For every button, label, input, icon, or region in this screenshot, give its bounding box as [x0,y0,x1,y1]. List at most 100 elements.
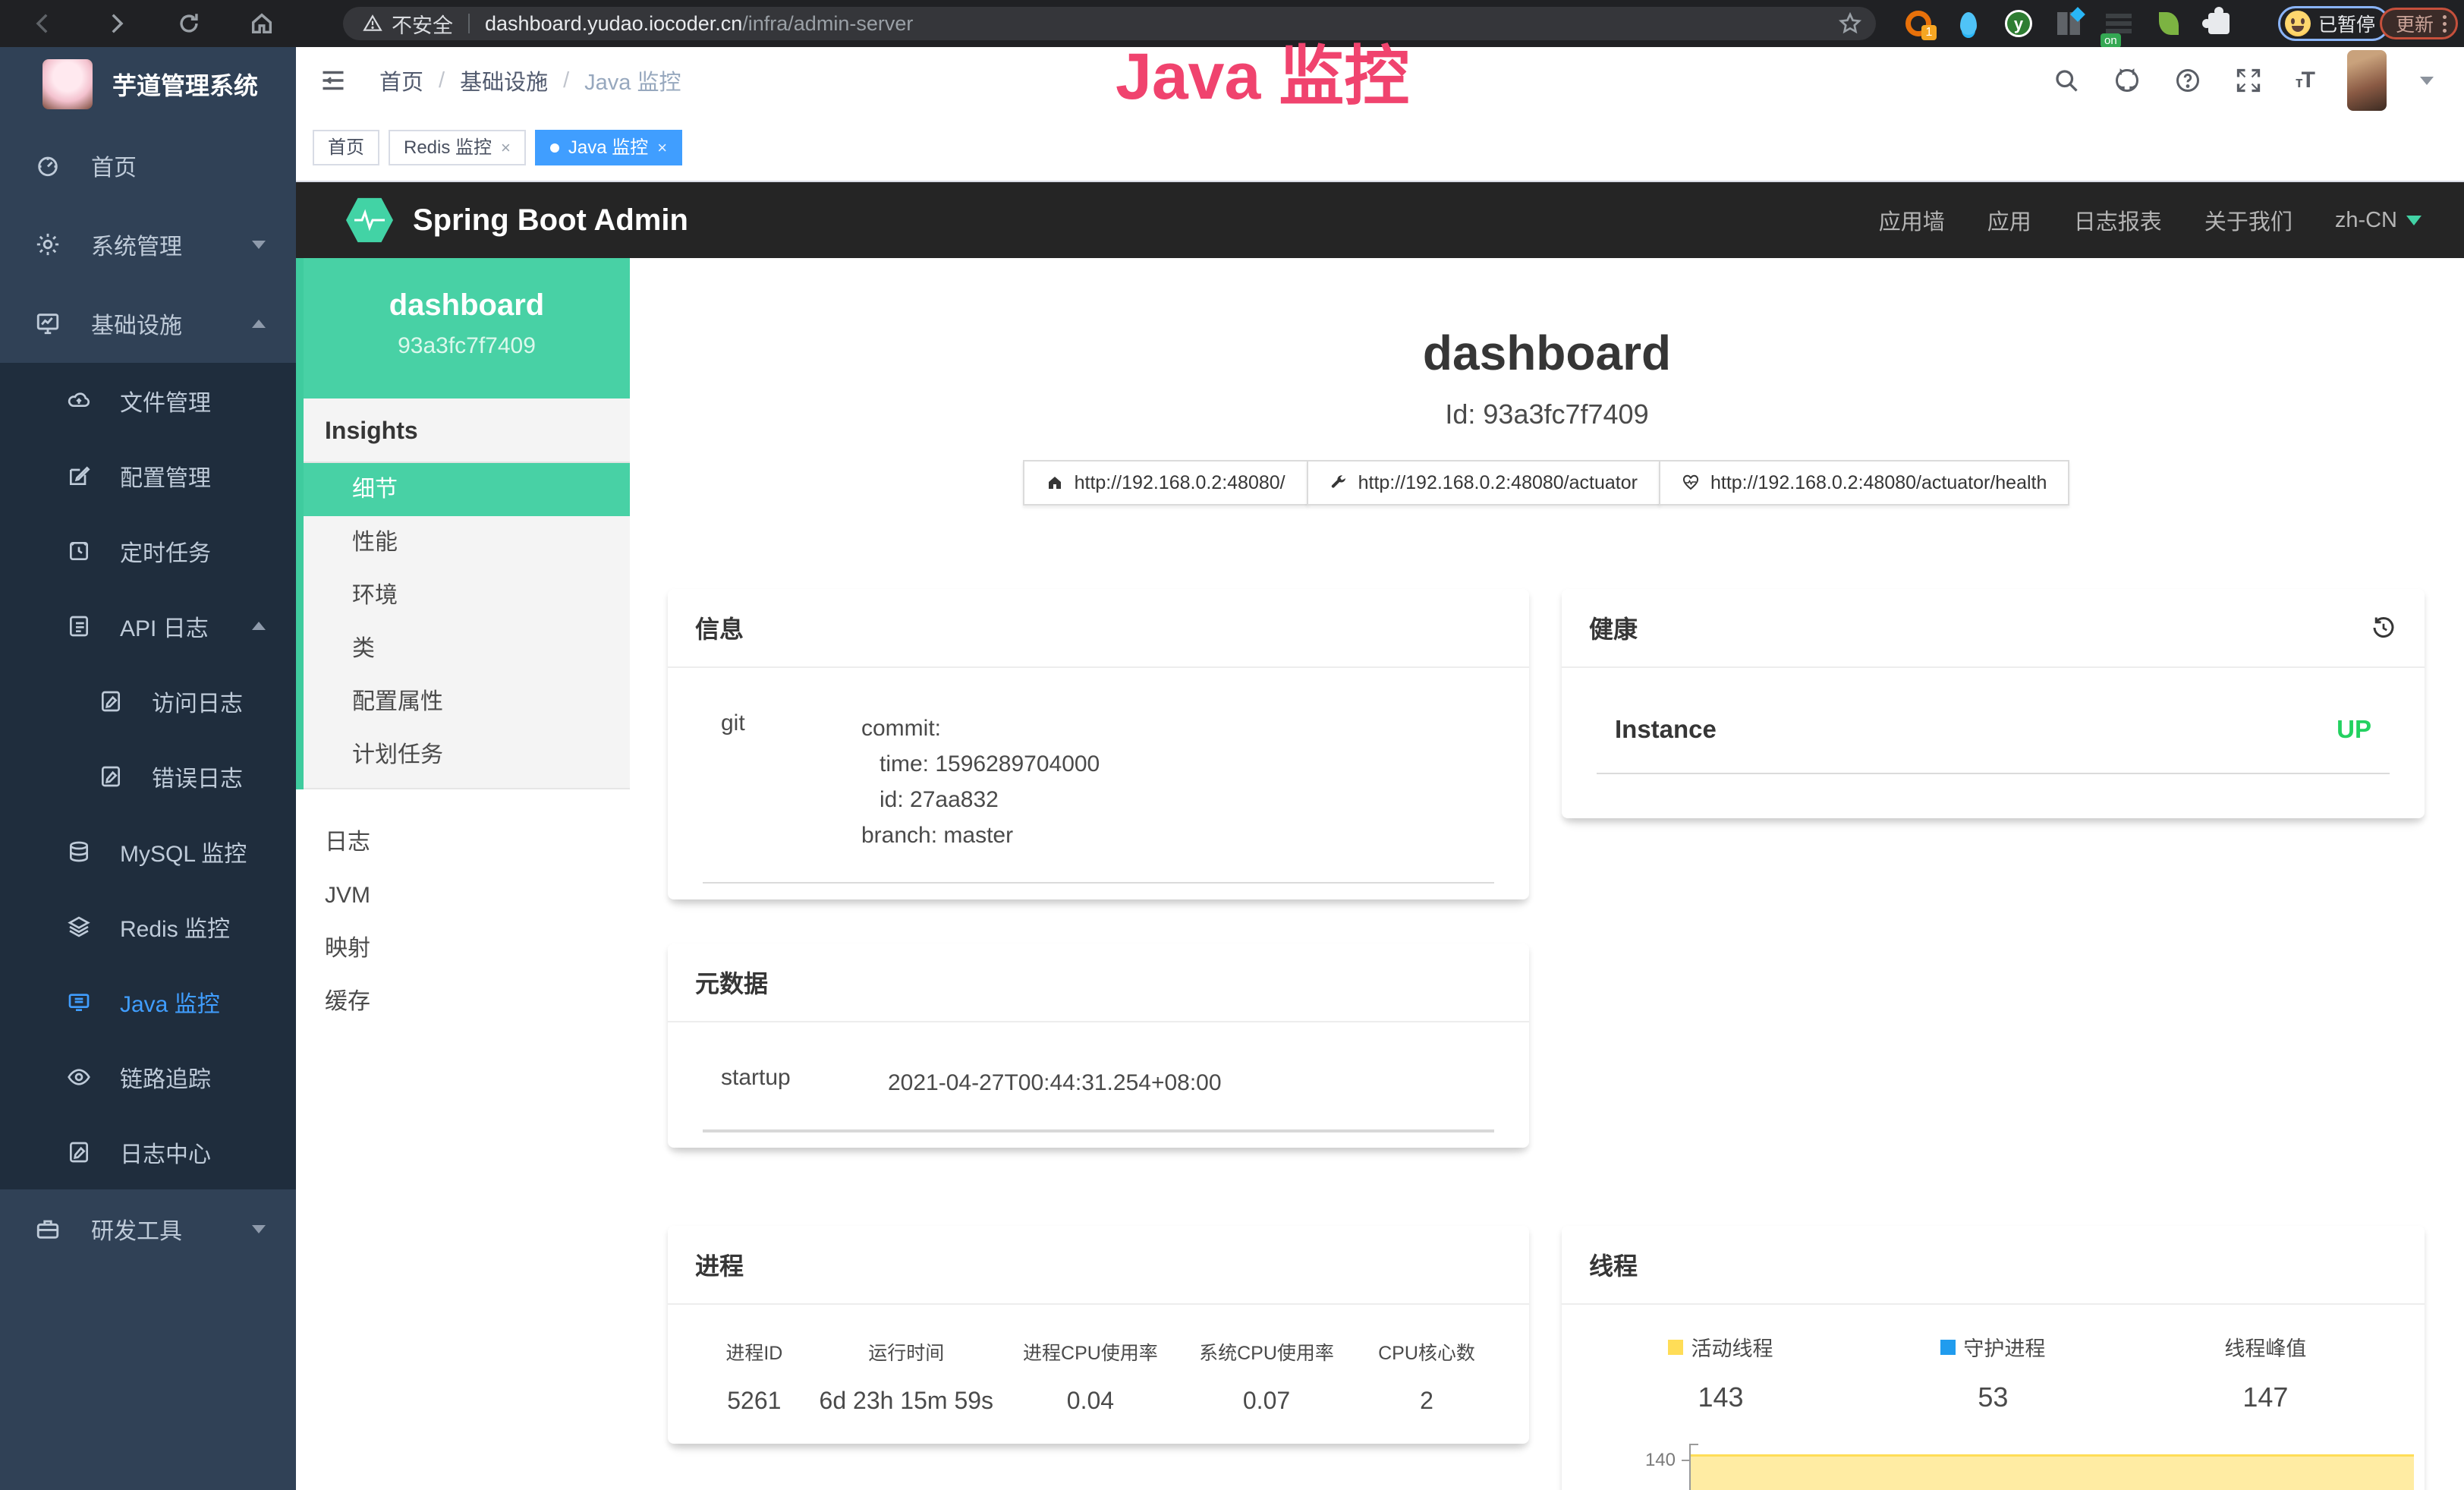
breadcrumb-infrastructure[interactable]: 基础设施 [460,65,548,96]
browser-update-button[interactable]: 更新 [2380,8,2458,39]
close-icon[interactable]: × [501,131,511,164]
subnav-item-mappings[interactable]: 映射 [304,922,630,975]
heartbeat-icon [1682,474,1700,492]
sidebar-item-dev-tools[interactable]: 研发工具 [0,1189,296,1268]
extension-icon-y[interactable]: y [2003,8,2034,39]
subnav-item-environment[interactable]: 环境 [304,569,630,622]
sidebar-item-home[interactable]: 首页 [0,126,296,205]
doc-edit-icon [99,764,123,789]
extensions-puzzle-icon[interactable] [2204,8,2234,39]
chevron-down-icon [252,1225,266,1233]
endpoint-service-url[interactable]: http://192.168.0.2:48080/ [1023,460,1308,506]
subnav-item-metrics[interactable]: 性能 [304,516,630,569]
sidebar-item-label: 配置管理 [120,459,211,493]
info-git-row: git commit: time: 1596289704000 id: 27aa… [668,668,1529,853]
java-monitor-icon [67,990,91,1014]
sidebar-logo-row[interactable]: 芋道管理系统 [0,47,296,121]
card-process-title: 进程 [668,1226,1529,1305]
sidebar-item-scheduled-jobs[interactable]: 定时任务 [0,513,296,588]
user-avatar[interactable] [2347,50,2387,111]
search-icon[interactable] [2053,67,2080,94]
extension-icon-grid[interactable] [2053,8,2084,39]
history-icon[interactable] [2370,614,2397,641]
doc-edit-icon [99,689,123,713]
wrench-icon [1330,474,1348,492]
subnav-item-logs[interactable]: 日志 [304,816,630,869]
sidebar-item-infrastructure[interactable]: 基础设施 [0,284,296,363]
sba-menu-wallboard[interactable]: 应用墙 [1879,204,1945,236]
browser-forward-icon[interactable] [103,11,129,36]
security-chip[interactable]: 不安全 [392,9,453,39]
browser-back-icon[interactable] [30,11,56,36]
tag-home[interactable]: 首页 [313,130,379,165]
sidebar-collapse-icon[interactable] [319,67,348,94]
sidebar-item-log-center[interactable]: 日志中心 [0,1114,296,1189]
page-instance-id: Id: 93a3fc7f7409 [630,398,2464,430]
sidebar-submenu-infrastructure: 文件管理 配置管理 定时任务 API 日志 访问日志 错误日志 [0,363,296,1189]
legend-peak-value: 147 [2129,1381,2402,1413]
sidebar-item-system[interactable]: 系统管理 [0,205,296,284]
subnav-item-scheduled-tasks[interactable]: 计划任务 [304,729,630,782]
browser-home-icon[interactable] [249,11,275,36]
database-icon [67,840,91,864]
browser-reload-icon[interactable] [176,11,202,36]
extension-icon-leaf[interactable] [2154,8,2184,39]
sidebar-item-redis-monitor[interactable]: Redis 监控 [0,889,296,964]
sba-menu-about[interactable]: 关于我们 [2204,204,2292,236]
help-icon[interactable] [2174,67,2201,94]
avatar-caret-icon[interactable] [2420,77,2434,85]
close-icon[interactable]: × [657,131,667,164]
address-bar[interactable]: 不安全 dashboard.yudao.iocoder.cn /infra/ad… [343,7,1876,40]
tag-java-monitor[interactable]: Java 监控 × [535,130,682,165]
tag-redis-monitor[interactable]: Redis 监控 × [389,130,526,165]
insights-group-title: Insights [304,398,630,463]
extensions-row: 1 y on [1903,0,2234,47]
subnav-item-details[interactable]: 细节 [304,463,630,516]
extension-icon-orange[interactable]: 1 [1903,8,1934,39]
sidebar-item-api-logs[interactable]: API 日志 [0,588,296,663]
sba-locale-select[interactable]: zh-CN [2335,208,2422,233]
font-size-icon[interactable]: тT [2296,68,2314,93]
sidebar-item-error-logs[interactable]: 错误日志 [0,739,296,814]
doc-edit-icon [67,614,91,638]
divider [703,882,1494,884]
extension-icon-tampermonkey[interactable]: on [2104,8,2134,39]
sidebar-item-access-logs[interactable]: 访问日志 [0,663,296,739]
fullscreen-icon[interactable] [2235,67,2262,94]
process-table-values: 5261 6d 23h 15m 59s 0.04 0.07 2 [698,1387,1499,1415]
tags-view-bar: 首页 Redis 监控 × Java 监控 × [296,114,2464,182]
active-section-strip [296,258,304,789]
sba-menu-journal[interactable]: 日志报表 [2074,204,2162,236]
subnav-item-jvm[interactable]: JVM [304,869,630,922]
process-pid: 5261 [698,1387,810,1415]
instance-header[interactable]: dashboard 93a3fc7f7409 [304,258,630,398]
sidebar-item-tracing[interactable]: 链路追踪 [0,1039,296,1114]
github-icon[interactable] [2113,67,2141,94]
browser-profile-chip[interactable]: 已暂停 [2278,6,2390,41]
endpoint-health-url[interactable]: http://192.168.0.2:48080/actuator/health [1659,460,2069,506]
breadcrumb-home[interactable]: 首页 [379,65,423,96]
sidebar-item-file-management[interactable]: 文件管理 [0,363,296,438]
sba-brand[interactable]: Spring Boot Admin [346,197,688,244]
bookmark-star-icon[interactable] [1838,11,1862,36]
subnav-item-config-props[interactable]: 配置属性 [304,676,630,729]
health-instance-row[interactable]: Instance UP [1562,668,2425,744]
subnav-item-classes[interactable]: 类 [304,622,630,676]
browser-menu-kebab-icon[interactable] [2443,15,2447,33]
sidebar-item-config-management[interactable]: 配置管理 [0,438,296,513]
divider [1597,773,2390,774]
card-threads-title: 线程 [1562,1226,2425,1305]
info-git-value: commit: time: 1596289704000 id: 27aa832 … [861,710,1100,853]
breadcrumb-current: Java 监控 [584,65,681,96]
extension-icon-pin[interactable] [1953,8,1984,39]
subnav-item-caches[interactable]: 缓存 [304,975,630,1029]
cpu-cores: 2 [1355,1387,1499,1415]
sidebar-item-mysql-monitor[interactable]: MySQL 监控 [0,814,296,889]
sidebar-item-java-monitor[interactable]: Java 监控 [0,964,296,1039]
endpoint-actuator-url[interactable]: http://192.168.0.2:48080/actuator [1307,460,1660,506]
process-table-header: 进程ID 运行时间 进程CPU使用率 系统CPU使用率 CPU核心数 [698,1338,1499,1366]
sba-menu-applications[interactable]: 应用 [1987,204,2031,236]
chevron-up-icon [252,320,266,328]
header-actions: тT [2053,47,2434,114]
page-title: dashboard [630,325,2464,381]
